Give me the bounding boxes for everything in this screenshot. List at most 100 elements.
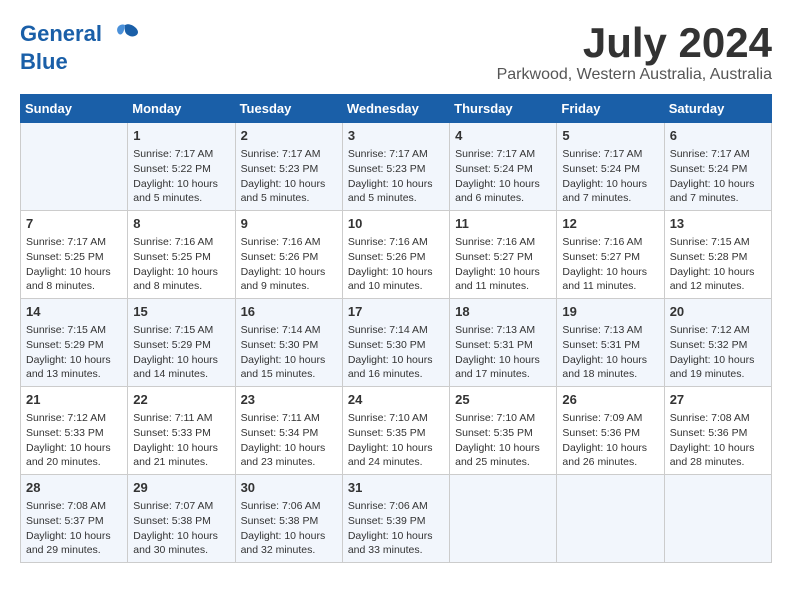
day-number: 8 [133, 215, 229, 233]
cell-content: Sunrise: 7:06 AMSunset: 5:39 PMDaylight:… [348, 499, 444, 558]
calendar-cell: 28 Sunrise: 7:08 AMSunset: 5:37 PMDayligh… [21, 474, 128, 562]
calendar-cell: 23Sunrise: 7:11 AMSunset: 5:34 PMDayligh… [235, 387, 342, 475]
day-number: 25 [455, 391, 551, 409]
calendar-header-thursday: Thursday [450, 95, 557, 123]
day-number: 20 [670, 303, 766, 321]
cell-content: Sunrise: 7:07 AMSunset: 5:38 PMDaylight:… [133, 499, 229, 558]
cell-content: Sunrise: 7:11 AMSunset: 5:34 PMDaylight:… [241, 411, 337, 470]
calendar-cell: 14 Sunrise: 7:15 AMSunset: 5:29 PMDayligh… [21, 299, 128, 387]
calendar-cell: 4Sunrise: 7:17 AMSunset: 5:24 PMDaylight… [450, 123, 557, 211]
calendar-week-row: 14 Sunrise: 7:15 AMSunset: 5:29 PMDayligh… [21, 299, 772, 387]
cell-content: Sunrise: 7:06 AMSunset: 5:38 PMDaylight:… [241, 499, 337, 558]
calendar-cell: 26Sunrise: 7:09 AMSunset: 5:36 PMDayligh… [557, 387, 664, 475]
cell-content: Sunrise: 7:11 AMSunset: 5:33 PMDaylight:… [133, 411, 229, 470]
day-number: 14 [26, 303, 122, 321]
cell-content: Sunrise: 7:15 AMSunset: 5:29 PMDaylight:… [26, 323, 122, 382]
logo-line2: Blue [20, 49, 68, 74]
day-number: 9 [241, 215, 337, 233]
day-number: 30 [241, 479, 337, 497]
cell-content: Sunrise: 7:16 AMSunset: 5:26 PMDaylight:… [241, 235, 337, 294]
page-header: General Blue July 2024 Parkwood, Western… [20, 20, 772, 84]
calendar-cell: 5 Sunrise: 7:17 AMSunset: 5:24 PMDaylight… [557, 123, 664, 211]
calendar-header-saturday: Saturday [664, 95, 771, 123]
calendar-cell: 6Sunrise: 7:17 AMSunset: 5:24 PMDaylight… [664, 123, 771, 211]
day-number: 11 [455, 215, 551, 233]
day-number: 21 [26, 391, 122, 409]
day-number: 5 [562, 127, 658, 145]
day-number: 18 [455, 303, 551, 321]
calendar-week-row: 7Sunrise: 7:17 AMSunset: 5:25 PMDaylight… [21, 211, 772, 299]
logo-line1: General [20, 21, 102, 46]
calendar-cell: 20 Sunrise: 7:12 AMSunset: 5:32 PMDayligh… [664, 299, 771, 387]
calendar-cell: 18 Sunrise: 7:13 AMSunset: 5:31 PMDayligh… [450, 299, 557, 387]
cell-content: Sunrise: 7:17 AMSunset: 5:24 PMDaylight:… [562, 147, 658, 206]
cell-content: Sunrise: 7:17 AMSunset: 5:24 PMDaylight:… [455, 147, 551, 206]
cell-content: Sunrise: 7:13 AMSunset: 5:31 PMDaylight:… [562, 323, 658, 382]
calendar-header-monday: Monday [128, 95, 235, 123]
cell-content: Sunrise: 7:12 AMSunset: 5:32 PMDaylight:… [670, 323, 766, 382]
calendar-cell: 12Sunrise: 7:16 AMSunset: 5:27 PMDayligh… [557, 211, 664, 299]
day-number: 29 [133, 479, 229, 497]
day-number: 6 [670, 127, 766, 145]
day-number: 16 [241, 303, 337, 321]
day-number: 27 [670, 391, 766, 409]
cell-content: Sunrise: 7:17 AMSunset: 5:23 PMDaylight:… [348, 147, 444, 206]
cell-content: Sunrise: 7:12 AMSunset: 5:33 PMDaylight:… [26, 411, 122, 470]
calendar-header-row: SundayMondayTuesdayWednesdayThursdayFrid… [21, 95, 772, 123]
cell-content: Sunrise: 7:16 AMSunset: 5:27 PMDaylight:… [455, 235, 551, 294]
calendar-cell: 30 Sunrise: 7:06 AMSunset: 5:38 PMDayligh… [235, 474, 342, 562]
calendar-cell: 8 Sunrise: 7:16 AMSunset: 5:25 PMDaylight… [128, 211, 235, 299]
calendar-header-friday: Friday [557, 95, 664, 123]
title-block: July 2024 Parkwood, Western Australia, A… [497, 20, 772, 84]
calendar-cell: 22Sunrise: 7:11 AMSunset: 5:33 PMDayligh… [128, 387, 235, 475]
calendar-cell: 3 Sunrise: 7:17 AMSunset: 5:23 PMDaylight… [342, 123, 449, 211]
day-number: 26 [562, 391, 658, 409]
calendar-header-sunday: Sunday [21, 95, 128, 123]
calendar-cell: 16 Sunrise: 7:14 AMSunset: 5:30 PMDayligh… [235, 299, 342, 387]
calendar-cell: 21 Sunrise: 7:12 AMSunset: 5:33 PMDayligh… [21, 387, 128, 475]
calendar-cell: 29 Sunrise: 7:07 AMSunset: 5:38 PMDayligh… [128, 474, 235, 562]
calendar-cell: 1Sunrise: 7:17 AMSunset: 5:22 PMDaylight… [128, 123, 235, 211]
subtitle: Parkwood, Western Australia, Australia [497, 66, 772, 84]
day-number: 15 [133, 303, 229, 321]
calendar-header-tuesday: Tuesday [235, 95, 342, 123]
day-number: 12 [562, 215, 658, 233]
calendar-cell: 13Sunrise: 7:15 AMSunset: 5:28 PMDayligh… [664, 211, 771, 299]
calendar-cell: 27 Sunrise: 7:08 AMSunset: 5:36 PMDayligh… [664, 387, 771, 475]
calendar-cell [21, 123, 128, 211]
cell-content: Sunrise: 7:10 AMSunset: 5:35 PMDaylight:… [348, 411, 444, 470]
cell-content: Sunrise: 7:13 AMSunset: 5:31 PMDaylight:… [455, 323, 551, 382]
cell-content: Sunrise: 7:08 AMSunset: 5:37 PMDaylight:… [26, 499, 122, 558]
calendar-cell: 11 Sunrise: 7:16 AMSunset: 5:27 PMDayligh… [450, 211, 557, 299]
calendar-cell: 31 Sunrise: 7:06 AMSunset: 5:39 PMDayligh… [342, 474, 449, 562]
day-number: 3 [348, 127, 444, 145]
cell-content: Sunrise: 7:16 AMSunset: 5:25 PMDaylight:… [133, 235, 229, 294]
logo: General Blue [20, 20, 140, 74]
day-number: 1 [133, 127, 229, 145]
day-number: 17 [348, 303, 444, 321]
cell-content: Sunrise: 7:14 AMSunset: 5:30 PMDaylight:… [348, 323, 444, 382]
logo-bird-icon [110, 20, 140, 50]
day-number: 24 [348, 391, 444, 409]
calendar-cell: 15 Sunrise: 7:15 AMSunset: 5:29 PMDayligh… [128, 299, 235, 387]
calendar-cell: 25 Sunrise: 7:10 AMSunset: 5:35 PMDayligh… [450, 387, 557, 475]
calendar-cell: 19Sunrise: 7:13 AMSunset: 5:31 PMDayligh… [557, 299, 664, 387]
calendar-week-row: 21 Sunrise: 7:12 AMSunset: 5:33 PMDayligh… [21, 387, 772, 475]
calendar-cell: 24 Sunrise: 7:10 AMSunset: 5:35 PMDayligh… [342, 387, 449, 475]
calendar-cell: 7Sunrise: 7:17 AMSunset: 5:25 PMDaylight… [21, 211, 128, 299]
cell-content: Sunrise: 7:15 AMSunset: 5:29 PMDaylight:… [133, 323, 229, 382]
logo-text: General Blue [20, 20, 140, 74]
cell-content: Sunrise: 7:17 AMSunset: 5:23 PMDaylight:… [241, 147, 337, 206]
cell-content: Sunrise: 7:16 AMSunset: 5:26 PMDaylight:… [348, 235, 444, 294]
cell-content: Sunrise: 7:10 AMSunset: 5:35 PMDaylight:… [455, 411, 551, 470]
day-number: 2 [241, 127, 337, 145]
calendar-cell [557, 474, 664, 562]
cell-content: Sunrise: 7:08 AMSunset: 5:36 PMDaylight:… [670, 411, 766, 470]
cell-content: Sunrise: 7:14 AMSunset: 5:30 PMDaylight:… [241, 323, 337, 382]
day-number: 28 [26, 479, 122, 497]
calendar-week-row: 28 Sunrise: 7:08 AMSunset: 5:37 PMDayligh… [21, 474, 772, 562]
calendar-header-wednesday: Wednesday [342, 95, 449, 123]
calendar-cell [664, 474, 771, 562]
calendar-cell: 2 Sunrise: 7:17 AMSunset: 5:23 PMDaylight… [235, 123, 342, 211]
day-number: 31 [348, 479, 444, 497]
